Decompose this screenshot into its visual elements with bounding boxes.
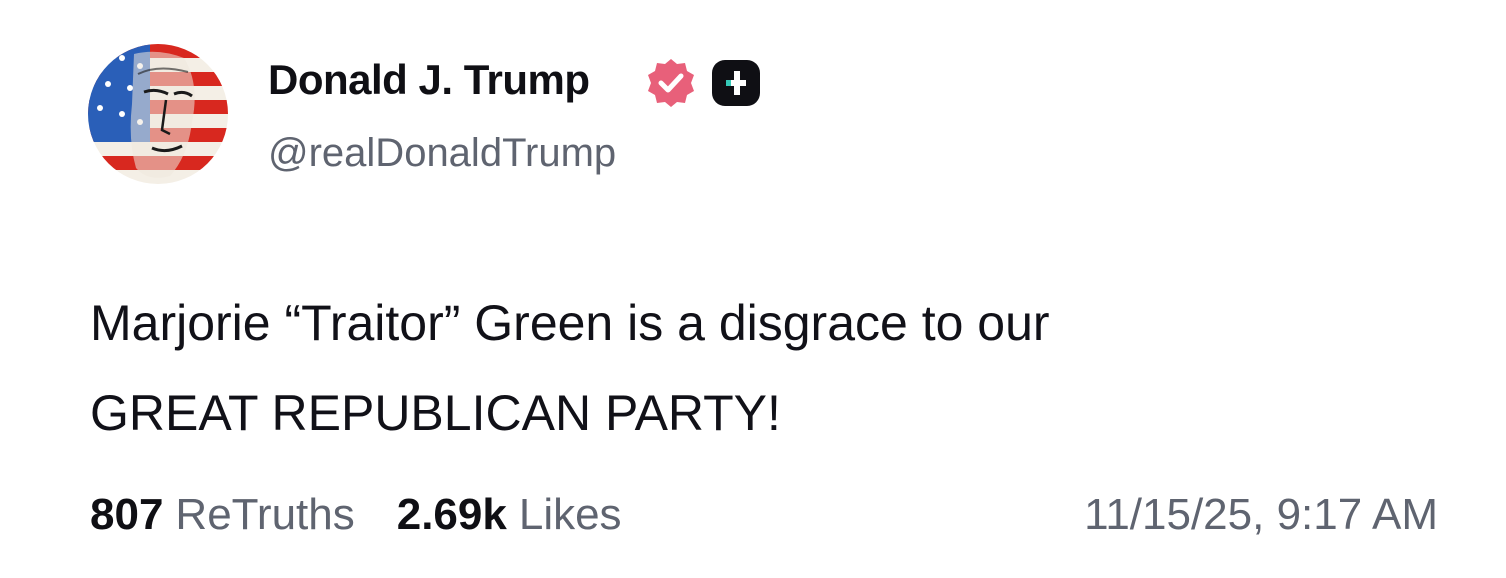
post-text-line: Marjorie “Traitor” Green is a disgrace t…: [90, 295, 1050, 351]
flag-portrait-avatar-image: [88, 44, 228, 184]
display-name[interactable]: Donald J. Trump: [268, 56, 590, 104]
retruths-count: 807: [90, 490, 164, 539]
likes-label: Likes: [518, 490, 622, 539]
post-timestamp: 11/15/25, 9:17 AM: [1084, 490, 1438, 539]
post-text-line: GREAT REPUBLICAN PARTY!: [90, 385, 781, 441]
user-handle[interactable]: @realDonaldTrump: [268, 131, 616, 176]
likes-count: 2.69k: [396, 490, 507, 539]
retruths-label: ReTruths: [175, 490, 355, 539]
post-stats: 807 ReTruths 2.69k Likes: [90, 490, 622, 540]
plus-badge-icon: [712, 60, 760, 106]
likes-stat[interactable]: 2.69k Likes: [397, 490, 622, 540]
avatar[interactable]: [88, 44, 228, 184]
verified-badge-icon: [648, 59, 694, 107]
retruths-stat[interactable]: 807 ReTruths: [90, 490, 355, 540]
post-body: Marjorie “Traitor” Green is a disgrace t…: [90, 278, 1420, 458]
truth-post: Donald J. Trump @realDonaldTrump Marjori…: [0, 0, 1506, 578]
